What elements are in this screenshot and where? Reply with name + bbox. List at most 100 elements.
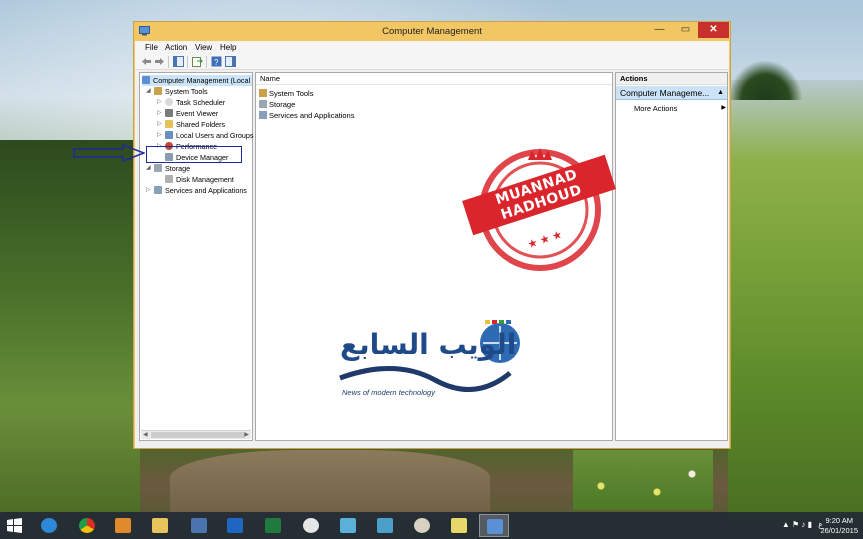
status-bar <box>135 442 729 448</box>
taskbar-control-panel[interactable] <box>370 514 400 537</box>
close-button[interactable]: ✕ <box>698 22 729 38</box>
actions-header: Actions <box>616 73 727 85</box>
event-viewer-icon <box>165 109 173 117</box>
file-explorer-icon <box>152 518 168 533</box>
submenu-arrow-icon: ▶ <box>721 105 726 111</box>
export-list-icon[interactable] <box>192 56 203 67</box>
paint-icon <box>414 518 430 533</box>
media-player-icon <box>115 518 131 533</box>
list-label: System Tools <box>269 89 314 98</box>
tree-label: System Tools <box>165 87 208 96</box>
annotation-highlight-box <box>146 146 242 163</box>
svg-text:?: ? <box>214 58 219 67</box>
excel-icon <box>265 518 281 533</box>
clock-date: 26/01/2015 <box>820 526 858 535</box>
storage-icon <box>154 164 162 172</box>
tree-label: Storage <box>165 164 191 173</box>
more-actions-label: More Actions <box>634 104 678 113</box>
tree-item-local-users-and-groups[interactable]: Local Users and Groups <box>165 130 254 141</box>
maximize-button[interactable]: ▭ <box>673 22 698 38</box>
tree-item-storage[interactable]: Storage <box>154 163 190 174</box>
list-label: Services and Applications <box>269 111 355 120</box>
control-panel-icon <box>377 518 393 533</box>
toolbar-separator <box>206 56 207 68</box>
shared-folder-icon <box>165 120 173 128</box>
console-tree[interactable]: Computer Management (Local ◢ System Tool… <box>139 72 254 441</box>
taskbar-computer-management[interactable] <box>479 514 509 537</box>
tree-item-services-and-applications[interactable]: Services and Applications <box>154 185 247 196</box>
scrollbar-thumb[interactable] <box>151 432 245 438</box>
services-icon <box>259 111 267 119</box>
taskbar-app-9[interactable] <box>333 514 363 537</box>
taskbar-internet-explorer[interactable] <box>34 514 64 537</box>
forward-arrow-icon[interactable] <box>154 56 165 67</box>
back-arrow-icon[interactable] <box>141 56 152 67</box>
tree-item-disk-management[interactable]: Disk Management <box>165 174 234 185</box>
actions-pane: Actions Computer Manageme... ▲ More Acti… <box>615 72 728 441</box>
scroll-left-icon[interactable]: ◀ <box>143 431 148 439</box>
windows-start-icon[interactable] <box>7 518 22 533</box>
menu-help[interactable]: Help <box>220 43 236 52</box>
toolbar: ? <box>135 54 729 70</box>
tree-label: Services and Applications <box>165 186 247 195</box>
taskbar-sticky-notes[interactable] <box>444 514 474 537</box>
taskbar-outlook[interactable] <box>220 514 250 537</box>
collapse-icon[interactable]: ◢ <box>146 86 153 97</box>
menu-action[interactable]: Action <box>165 43 187 52</box>
taskbar-file-explorer[interactable] <box>145 514 175 537</box>
expand-icon[interactable]: ▷ <box>157 119 164 130</box>
taskbar-paint[interactable] <box>407 514 437 537</box>
taskbar-snipping-tool[interactable] <box>296 514 326 537</box>
tree-root-computer-management[interactable]: Computer Management (Local <box>142 75 252 86</box>
tree-label: Event Viewer <box>176 109 219 118</box>
title-bar[interactable]: Computer Management — ▭ ✕ <box>134 22 730 41</box>
column-header-name[interactable]: Name <box>256 73 612 85</box>
taskbar-media-player[interactable] <box>108 514 138 537</box>
expand-icon[interactable]: ▷ <box>146 185 153 196</box>
desktop-path <box>170 450 490 520</box>
scroll-right-icon[interactable]: ▶ <box>244 431 249 439</box>
sticky-notes-icon <box>451 518 467 533</box>
system-tools-icon <box>259 89 267 97</box>
clock-time: 9:20 AM <box>825 516 853 525</box>
menu-file[interactable]: File <box>145 43 158 52</box>
list-item-storage[interactable]: Storage <box>259 99 295 110</box>
expand-icon[interactable]: ▷ <box>157 97 164 108</box>
list-item-services-and-applications[interactable]: Services and Applications <box>259 110 354 121</box>
help-icon[interactable]: ? <box>211 56 222 67</box>
computer-management-icon <box>487 519 503 534</box>
menu-view[interactable]: View <box>195 43 212 52</box>
taskbar: ▲ ⚑ ♪ ▮ ع 9:20 AM 26/01/2015 <box>0 512 863 539</box>
show-hide-console-tree-icon[interactable] <box>173 56 184 67</box>
desktop-wallpaper-left <box>0 140 140 520</box>
taskbar-excel[interactable] <box>258 514 288 537</box>
annotation-arrow <box>73 144 145 162</box>
users-icon <box>165 131 173 139</box>
show-hide-action-pane-icon[interactable] <box>225 56 236 67</box>
tree-label: Shared Folders <box>176 120 226 129</box>
outlook-icon <box>227 518 243 533</box>
list-label: Storage <box>269 100 296 109</box>
expand-icon[interactable]: ▷ <box>157 108 164 119</box>
taskbar-chrome[interactable] <box>72 514 102 537</box>
expand-icon[interactable]: ▷ <box>157 130 164 141</box>
tree-item-system-tools[interactable]: System Tools <box>154 86 208 97</box>
tree-item-event-viewer[interactable]: Event Viewer <box>165 108 218 119</box>
actions-section-computer-management[interactable]: Computer Manageme... ▲ <box>616 86 727 100</box>
desktop-trees <box>728 60 803 100</box>
list-item-system-tools[interactable]: System Tools <box>259 88 313 99</box>
toolbar-separator <box>187 56 188 68</box>
remote-desktop-icon <box>191 518 207 533</box>
collapse-icon[interactable]: ◢ <box>146 163 153 174</box>
clock-icon <box>165 98 173 106</box>
tree-horizontal-scrollbar[interactable]: ◀ ▶ <box>141 430 251 439</box>
minimize-button[interactable]: — <box>647 22 672 38</box>
tree-item-task-scheduler[interactable]: Task Scheduler <box>165 97 225 108</box>
clock[interactable]: 9:20 AM 26/01/2015 <box>820 516 858 536</box>
app-icon <box>340 518 356 533</box>
more-actions-item[interactable]: More Actions ▶ <box>634 103 726 114</box>
tree-item-shared-folders[interactable]: Shared Folders <box>165 119 225 130</box>
tray-icons[interactable]: ▲ ⚑ ♪ ▮ <box>782 520 812 529</box>
taskbar-remote-desktop[interactable] <box>184 514 214 537</box>
collapse-up-icon[interactable]: ▲ <box>717 86 724 99</box>
